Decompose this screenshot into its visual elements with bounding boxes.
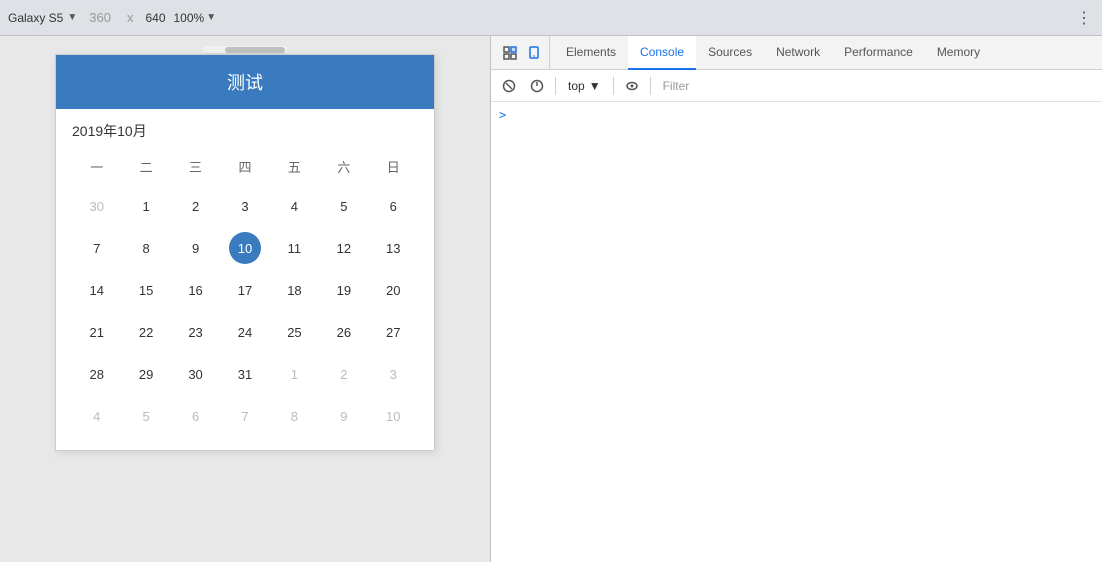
cal-day-2-1[interactable]: 15: [121, 272, 170, 308]
cal-day-5-2[interactable]: 6: [171, 398, 220, 434]
tab-memory[interactable]: Memory: [925, 36, 992, 70]
cal-day-1-1[interactable]: 8: [121, 230, 170, 266]
cal-day-1-2[interactable]: 9: [171, 230, 220, 266]
device-selector[interactable]: Galaxy S5 ▼: [8, 11, 77, 25]
calendar-weekdays: 一 二 三 四 五 六 日: [72, 153, 418, 180]
cal-day-2-5[interactable]: 19: [319, 272, 368, 308]
calendar-header: 测试: [56, 55, 434, 109]
toolbar-divider-3: [650, 77, 651, 95]
more-button[interactable]: ⋮: [1076, 8, 1094, 28]
cal-day-0-4[interactable]: 4: [270, 188, 319, 224]
cal-day-2-2[interactable]: 16: [171, 272, 220, 308]
cal-day-4-3[interactable]: 31: [220, 356, 269, 392]
weekday-2: 三: [171, 153, 220, 180]
main-area: 测试 2019年10月 一 二 三 四 五 六 日 30123456789101…: [0, 36, 1102, 562]
tab-performance[interactable]: Performance: [832, 36, 925, 70]
cal-day-3-3[interactable]: 24: [220, 314, 269, 350]
cal-day-1-5[interactable]: 12: [319, 230, 368, 266]
device-name: Galaxy S5: [8, 11, 63, 25]
calendar-month-label: 2019年10月: [72, 121, 418, 141]
cal-day-4-5[interactable]: 2: [319, 356, 368, 392]
devtools-tabs: Elements Console Sources Network Perform…: [491, 36, 1102, 70]
cal-day-4-2[interactable]: 30: [171, 356, 220, 392]
cal-day-0-3[interactable]: 3: [220, 188, 269, 224]
tab-elements[interactable]: Elements: [554, 36, 628, 70]
filter-input[interactable]: [657, 77, 1096, 95]
weekday-4: 五: [270, 153, 319, 180]
cal-day-5-1[interactable]: 5: [121, 398, 170, 434]
cal-day-3-5[interactable]: 26: [319, 314, 368, 350]
cal-day-5-0[interactable]: 4: [72, 398, 121, 434]
weekday-6: 日: [369, 153, 418, 180]
cal-day-2-4[interactable]: 18: [270, 272, 319, 308]
cal-day-0-6[interactable]: 6: [369, 188, 418, 224]
left-panel: 测试 2019年10月 一 二 三 四 五 六 日 30123456789101…: [0, 36, 490, 562]
stop-recording-button[interactable]: [525, 74, 549, 98]
cal-day-1-3[interactable]: 10: [229, 232, 261, 264]
cal-day-2-3[interactable]: 17: [220, 272, 269, 308]
calendar-body: 2019年10月 一 二 三 四 五 六 日 30123456789101112…: [56, 109, 434, 450]
tab-network[interactable]: Network: [764, 36, 832, 70]
cal-day-2-0[interactable]: 14: [72, 272, 121, 308]
zoom-selector[interactable]: 100% ▼: [174, 11, 217, 25]
calendar-days: 3012345678910111213141516171819202122232…: [72, 188, 418, 434]
cal-day-3-6[interactable]: 27: [369, 314, 418, 350]
clear-console-button[interactable]: [497, 74, 521, 98]
cal-day-0-1[interactable]: 1: [121, 188, 170, 224]
cal-day-4-4[interactable]: 1: [270, 356, 319, 392]
cal-day-4-0[interactable]: 28: [72, 356, 121, 392]
weekday-0: 一: [72, 153, 121, 180]
cal-day-3-4[interactable]: 25: [270, 314, 319, 350]
toolbar-divider-2: [613, 77, 614, 95]
context-chevron-icon: ▼: [589, 79, 601, 93]
context-value: top: [568, 79, 585, 93]
cal-day-1-0[interactable]: 7: [72, 230, 121, 266]
mobile-frame: 测试 2019年10月 一 二 三 四 五 六 日 30123456789101…: [55, 54, 435, 451]
cal-day-0-2[interactable]: 2: [171, 188, 220, 224]
devtools-toolbar: top ▼: [491, 70, 1102, 102]
calendar-title: 测试: [227, 73, 263, 93]
height-value: 640: [145, 11, 165, 25]
cal-day-2-6[interactable]: 20: [369, 272, 418, 308]
cal-day-5-6[interactable]: 10: [369, 398, 418, 434]
cal-day-3-1[interactable]: 22: [121, 314, 170, 350]
zoom-value: 100%: [174, 11, 205, 25]
separator: 360: [89, 10, 111, 25]
cal-day-4-1[interactable]: 29: [121, 356, 170, 392]
cal-day-4-6[interactable]: 3: [369, 356, 418, 392]
weekday-1: 二: [121, 153, 170, 180]
eye-icon-button[interactable]: [620, 74, 644, 98]
console-prompt: >: [491, 106, 1102, 124]
cal-day-3-2[interactable]: 23: [171, 314, 220, 350]
scroll-thumb: [225, 47, 285, 53]
device-chevron-icon: ▼: [67, 12, 77, 23]
cal-day-5-5[interactable]: 9: [319, 398, 368, 434]
zoom-chevron-icon: ▼: [206, 12, 216, 23]
top-bar: Galaxy S5 ▼ 360 x 640 100% ▼ ⋮: [0, 0, 1102, 36]
weekday-3: 四: [220, 153, 269, 180]
cal-day-5-3[interactable]: 7: [220, 398, 269, 434]
x-separator: x: [127, 10, 134, 25]
weekday-5: 六: [319, 153, 368, 180]
tab-console[interactable]: Console: [628, 36, 696, 70]
cal-day-0-5[interactable]: 5: [319, 188, 368, 224]
console-area: >: [491, 102, 1102, 562]
devtools-top-icons: [495, 36, 550, 70]
inspect-icon[interactable]: [499, 42, 521, 64]
cal-day-1-4[interactable]: 11: [270, 230, 319, 266]
cal-day-0-0[interactable]: 30: [72, 188, 121, 224]
context-selector[interactable]: top ▼: [562, 77, 607, 95]
toolbar-divider-1: [555, 77, 556, 95]
cal-day-5-4[interactable]: 8: [270, 398, 319, 434]
cal-day-1-6[interactable]: 13: [369, 230, 418, 266]
tab-sources[interactable]: Sources: [696, 36, 764, 70]
device-toggle-icon[interactable]: [523, 42, 545, 64]
devtools-panel: Elements Console Sources Network Perform…: [490, 36, 1102, 562]
scroll-area: [203, 46, 287, 54]
cal-day-3-0[interactable]: 21: [72, 314, 121, 350]
